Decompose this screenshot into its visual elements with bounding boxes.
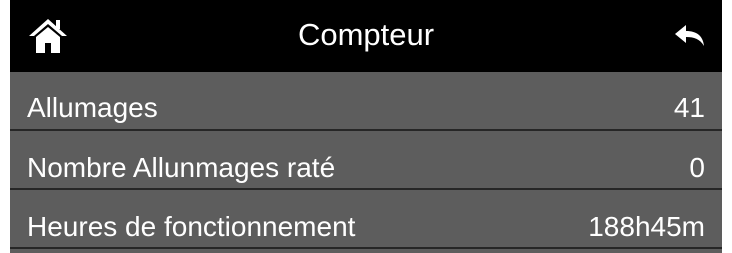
counter-list: Allumages 41 Nombre Allunmages raté 0 He… [10, 72, 722, 249]
counter-value: 41 [673, 92, 705, 123]
counter-label: Heures de fonctionnement [27, 211, 356, 242]
counter-value: 188h45m [588, 211, 705, 242]
home-icon [29, 19, 67, 53]
counter-row-allumages: Allumages 41 [10, 72, 722, 131]
back-arrow-icon [675, 25, 704, 46]
back-button[interactable] [666, 12, 714, 60]
counter-value: 0 [689, 152, 705, 183]
home-button[interactable] [20, 8, 76, 64]
counter-row-failed-ignitions: Nombre Allunmages raté 0 [10, 131, 722, 190]
counter-screen: Compteur Allumages 41 Nombre Allunmages … [10, 0, 722, 253]
page-title: Compteur [297, 17, 435, 52]
counter-label: Nombre Allunmages raté [27, 152, 336, 183]
counter-label: Allumages [27, 92, 158, 123]
header-bar: Compteur [10, 0, 722, 72]
counter-row-operating-hours: Heures de fonctionnement 188h45m [10, 190, 722, 249]
